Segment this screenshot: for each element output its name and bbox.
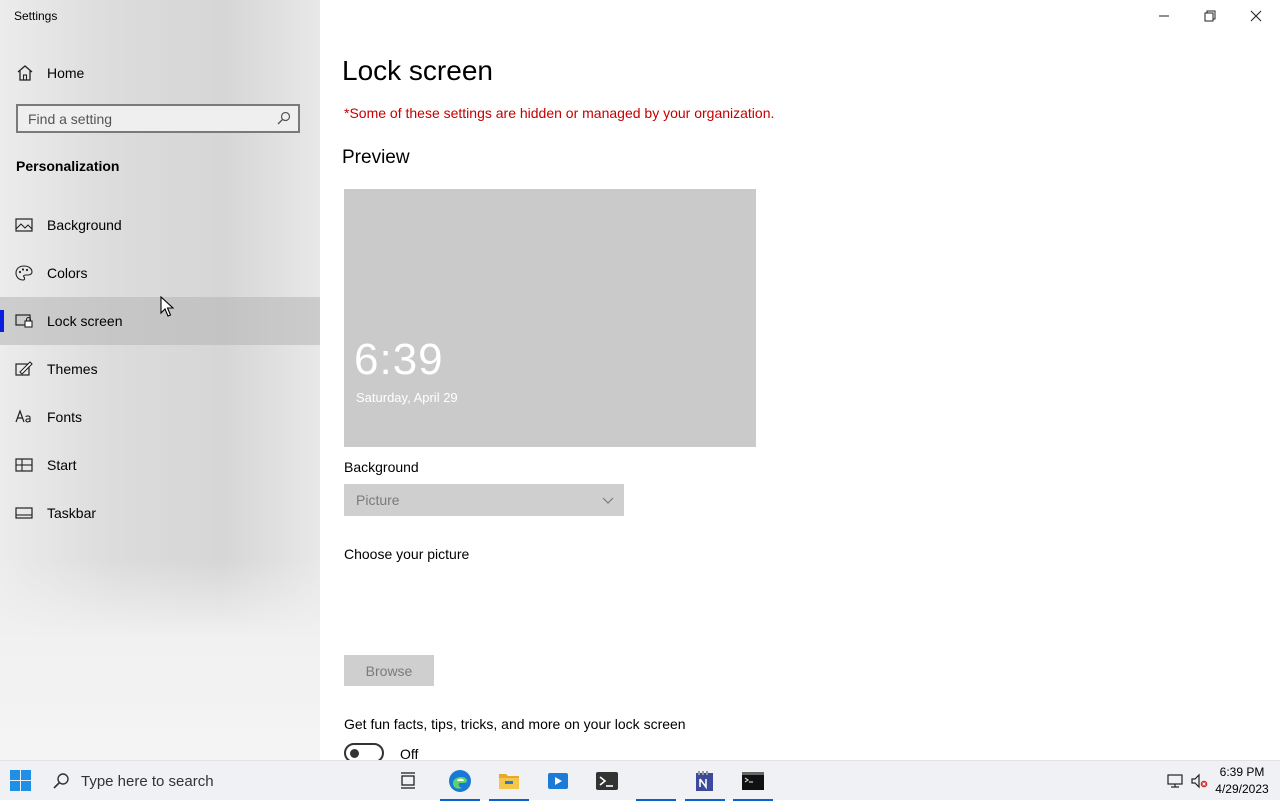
sidebar-item-colors[interactable]: Colors bbox=[0, 249, 320, 297]
mouse-pointer-icon bbox=[160, 296, 174, 317]
volume-muted-icon[interactable] bbox=[1190, 772, 1208, 790]
browse-button[interactable]: Browse bbox=[344, 655, 434, 686]
picture-icon bbox=[15, 218, 33, 232]
taskbar-icon bbox=[15, 507, 33, 519]
taskbar-search[interactable]: Type here to search bbox=[42, 761, 382, 801]
sidebar-item-label: Lock screen bbox=[47, 313, 123, 329]
search-icon[interactable] bbox=[277, 111, 291, 125]
sidebar-item-label: Background bbox=[47, 217, 122, 233]
sidebar-item-label: Fonts bbox=[47, 409, 83, 425]
choose-picture-label: Choose your picture bbox=[344, 546, 470, 562]
settings-app[interactable] bbox=[632, 761, 680, 801]
sidebar-item-background[interactable]: Background bbox=[0, 201, 320, 249]
sidebar-item-label: Colors bbox=[47, 265, 88, 281]
preview-time: 6:39 bbox=[354, 335, 444, 384]
find-setting-search bbox=[16, 104, 300, 133]
sidebar-item-label: Taskbar bbox=[47, 505, 97, 521]
sidebar-item-fonts[interactable]: Fonts bbox=[0, 393, 320, 441]
start-icon bbox=[15, 458, 33, 472]
app-title: Settings bbox=[14, 9, 58, 23]
managed-warning: *Some of these settings are hidden or ma… bbox=[344, 105, 775, 121]
search-icon bbox=[53, 773, 69, 789]
sidebar-item-start[interactable]: Start bbox=[0, 441, 320, 489]
notepad-plus-app[interactable] bbox=[681, 761, 729, 801]
home-icon bbox=[17, 65, 33, 81]
sidebar-item-label: Start bbox=[47, 457, 77, 473]
taskbar-search-placeholder: Type here to search bbox=[81, 773, 214, 790]
terminal-icon bbox=[596, 772, 618, 790]
task-view-button[interactable] bbox=[385, 761, 433, 801]
start-button[interactable] bbox=[0, 761, 42, 801]
edge-app[interactable] bbox=[436, 761, 484, 801]
sidebar-item-themes[interactable]: Themes bbox=[0, 345, 320, 393]
preview-date: Saturday, April 29 bbox=[356, 390, 458, 405]
section-heading: Personalization bbox=[16, 158, 120, 174]
media-player-app[interactable] bbox=[534, 761, 582, 801]
terminal-app[interactable] bbox=[583, 761, 631, 801]
background-dropdown[interactable]: Picture bbox=[344, 484, 624, 516]
task-view-icon bbox=[401, 772, 415, 789]
network-icon[interactable] bbox=[1166, 772, 1184, 790]
settings-window: Settings Home Personalization Background bbox=[0, 0, 1280, 763]
file-explorer-app[interactable] bbox=[485, 761, 533, 801]
folder-icon bbox=[499, 774, 519, 789]
command-prompt-app[interactable] bbox=[729, 761, 777, 801]
clock-time: 6:39 PM bbox=[1219, 765, 1265, 779]
clock-date: 4/29/2023 bbox=[1215, 782, 1269, 796]
fonts-icon bbox=[15, 409, 31, 423]
toggle-knob bbox=[350, 749, 359, 758]
windows-logo-icon bbox=[10, 770, 31, 791]
background-dropdown-value: Picture bbox=[356, 492, 400, 508]
themes-icon bbox=[15, 361, 33, 376]
lock-screen-icon bbox=[15, 314, 33, 328]
main-content: Lock screen *Some of these settings are … bbox=[320, 0, 1280, 763]
search-input[interactable] bbox=[18, 106, 278, 131]
palette-icon bbox=[15, 265, 33, 281]
sidebar-item-taskbar[interactable]: Taskbar bbox=[0, 489, 320, 537]
taskbar: Type here to search 6:39 PM 4/29/2023 bbox=[0, 760, 1280, 801]
sidebar-item-label: Themes bbox=[47, 361, 98, 377]
page-title: Lock screen bbox=[342, 55, 493, 86]
fun-facts-label: Get fun facts, tips, tricks, and more on… bbox=[344, 716, 686, 732]
media-player-icon bbox=[548, 773, 568, 789]
background-label: Background bbox=[344, 459, 419, 475]
taskbar-clock[interactable]: 6:39 PM 4/29/2023 bbox=[1210, 764, 1274, 798]
preview-heading: Preview bbox=[342, 147, 410, 168]
sidebar-home[interactable]: Home bbox=[0, 56, 320, 90]
sidebar: Settings Home Personalization Background bbox=[0, 0, 320, 760]
edge-icon bbox=[449, 770, 471, 792]
lock-screen-preview: 6:39 Saturday, April 29 bbox=[344, 189, 756, 447]
notepad-icon bbox=[696, 771, 713, 791]
chevron-down-icon bbox=[602, 497, 614, 504]
home-label: Home bbox=[47, 65, 85, 81]
command-prompt-icon bbox=[742, 772, 764, 790]
